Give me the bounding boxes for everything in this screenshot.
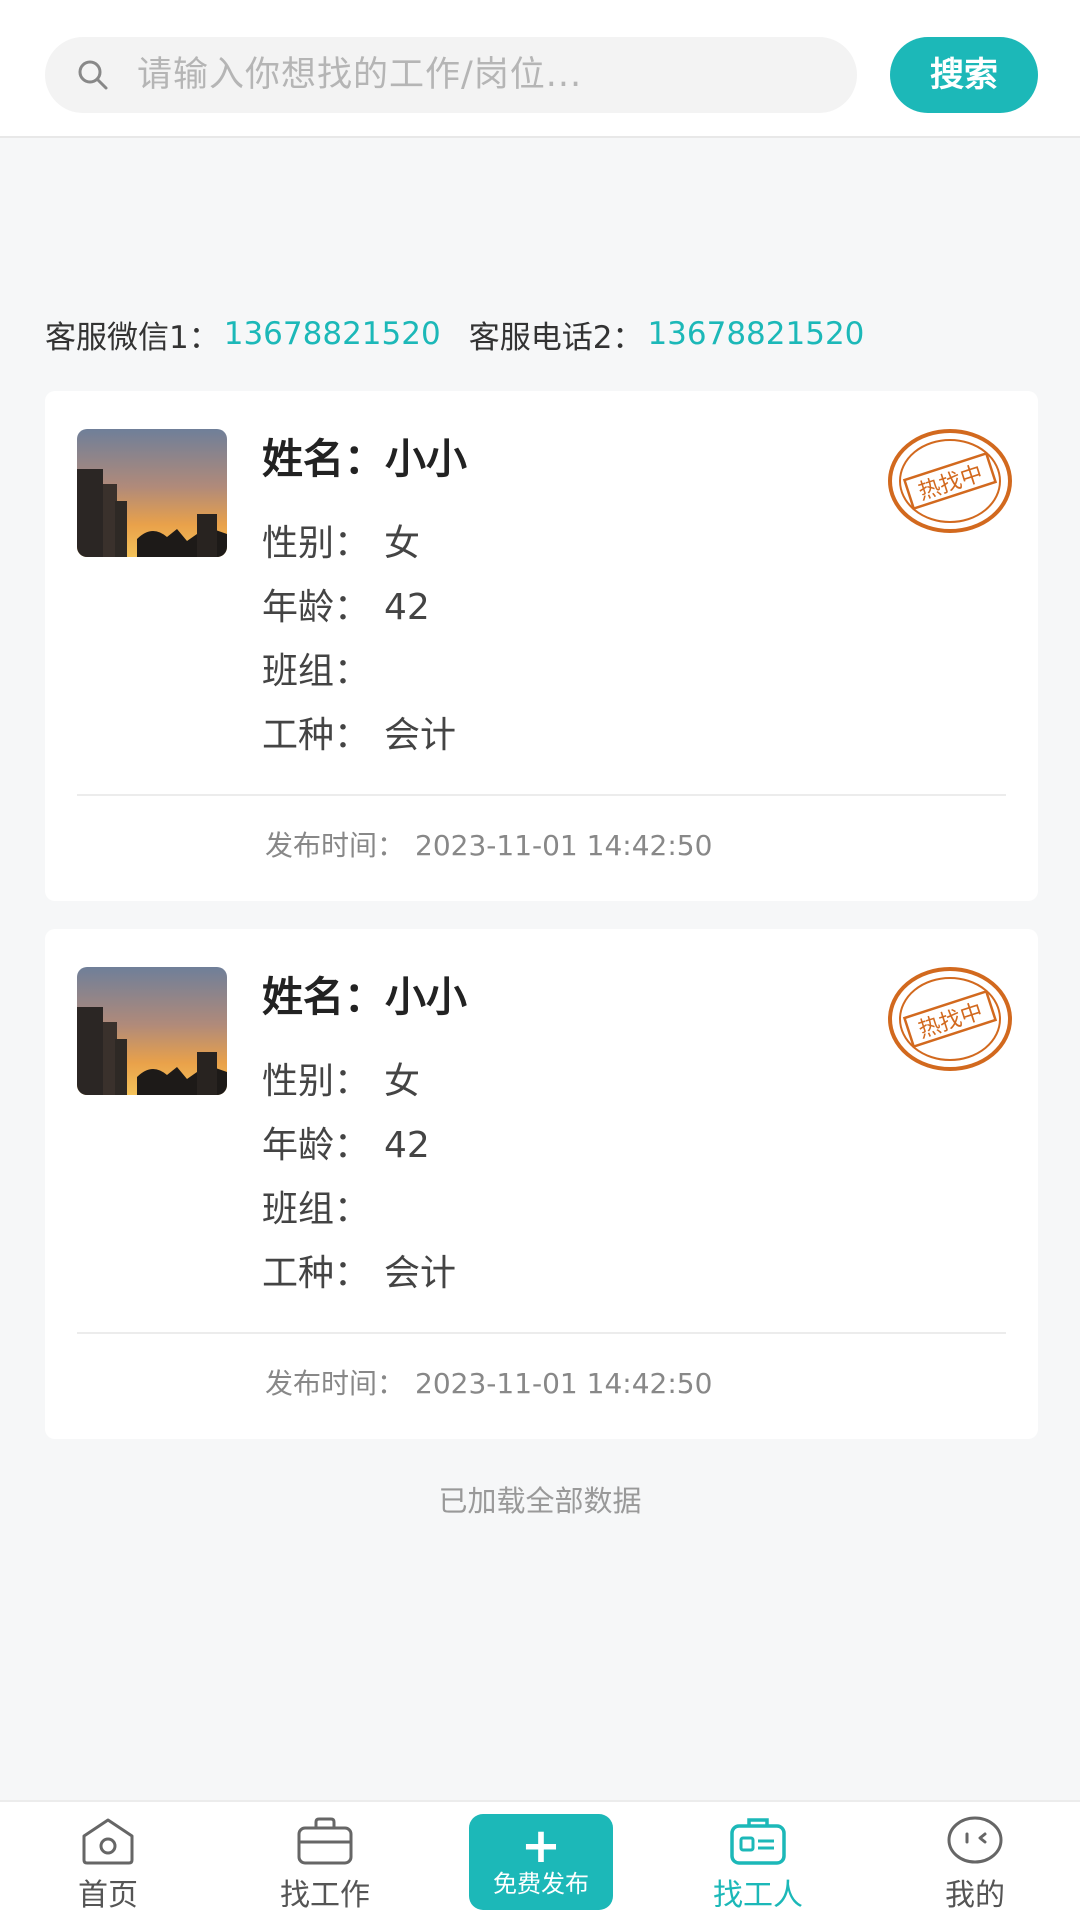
trade-label: 工种： (262, 715, 371, 756)
nav-mine-label: 我的 (945, 1878, 1005, 1913)
search-placeholder: 请输入你想找的工作/岗位... (137, 55, 583, 95)
free-publish-button[interactable]: + 免费发布 (469, 1814, 613, 1910)
age-label: 年龄： (262, 587, 371, 628)
age-row: 年龄： 42 (262, 1121, 430, 1171)
name-value: 小小 (385, 973, 467, 1021)
free-publish-label: 免费发布 (493, 1870, 589, 1898)
home-icon (82, 1818, 134, 1865)
worker-name: 姓名：小小 (262, 967, 467, 1027)
nav-mine[interactable]: 我的 (900, 1814, 1050, 1920)
list-end-text: 已加载全部数据 (438, 1484, 642, 1518)
gender-value: 女 (384, 523, 421, 564)
trade-row: 工种： 会计 (262, 1249, 456, 1299)
nav-home[interactable]: 首页 (33, 1814, 183, 1920)
age-row: 年龄： 42 (262, 583, 430, 633)
trade-row: 工种： 会计 (262, 711, 456, 761)
wechat-label: 客服微信1： (45, 319, 220, 356)
id-card-icon (730, 1818, 786, 1865)
name-label: 姓名： (262, 435, 385, 483)
header-bar: 请输入你想找的工作/岗位... 搜索 (0, 0, 1080, 138)
search-input[interactable]: 请输入你想找的工作/岗位... (45, 37, 857, 113)
team-row: 班组： (262, 1185, 384, 1235)
face-icon (947, 1816, 1003, 1864)
trade-value: 会计 (384, 715, 457, 756)
worker-name: 姓名：小小 (262, 429, 467, 489)
search-icon (78, 60, 108, 90)
team-label: 班组： (262, 651, 371, 692)
nav-home-label: 首页 (78, 1878, 138, 1913)
nav-find-worker[interactable]: 找工人 (683, 1814, 833, 1920)
stamp-text: 热找中 (916, 999, 987, 1043)
card-divider (77, 794, 1006, 796)
team-row: 班组： (262, 647, 384, 697)
avatar (77, 967, 227, 1095)
age-value: 42 (384, 1125, 430, 1166)
publish-time-value: 2023-11-01 14:42:50 (415, 829, 713, 862)
publish-time-value: 2023-11-01 14:42:50 (415, 1367, 713, 1400)
stamp-text: 热找中 (916, 461, 987, 505)
publish-time: 发布时间： 2023-11-01 14:42:50 (265, 821, 712, 871)
trade-value: 会计 (384, 1253, 457, 1294)
name-label: 姓名： (262, 973, 385, 1021)
trade-label: 工种： (262, 1253, 371, 1294)
bottom-nav: 首页 找工作 + 免费发布 找工人 我的 (0, 1800, 1080, 1920)
contact-info: 客服微信1： 13678821520 客服电话2： 13678821520 (45, 310, 892, 358)
plus-icon: + (520, 1818, 562, 1874)
nav-find-job[interactable]: 找工作 (250, 1814, 400, 1920)
age-value: 42 (384, 587, 430, 628)
publish-time-label: 发布时间： (265, 1367, 406, 1400)
worker-card[interactable]: 姓名：小小 性别： 女 年龄： 42 班组： 工种： 会计 热找中 发布时间： 2023… (45, 391, 1038, 901)
phone-label: 客服电话2： (468, 319, 644, 356)
publish-time-label: 发布时间： (265, 829, 406, 862)
phone-number[interactable]: 13678821520 (647, 316, 864, 352)
hot-search-stamp-icon: 热找中 (888, 967, 1012, 1071)
publish-time: 发布时间： 2023-11-01 14:42:50 (265, 1359, 712, 1409)
hot-search-stamp-icon: 热找中 (888, 429, 1012, 533)
briefcase-icon (297, 1817, 353, 1865)
gender-label: 性别： (262, 523, 371, 564)
search-button[interactable]: 搜索 (890, 37, 1038, 113)
nav-find-worker-label: 找工人 (713, 1878, 803, 1913)
card-divider (77, 1332, 1006, 1334)
gender-row: 性别： 女 (262, 1057, 420, 1107)
worker-card[interactable]: 姓名：小小 性别： 女 年龄： 42 班组： 工种： 会计 热找中 发布时间： 2023… (45, 929, 1038, 1439)
team-label: 班组： (262, 1189, 371, 1230)
age-label: 年龄： (262, 1125, 371, 1166)
wechat-number[interactable]: 13678821520 (224, 316, 441, 352)
avatar (77, 429, 227, 557)
gender-value: 女 (384, 1061, 421, 1102)
name-value: 小小 (385, 435, 467, 483)
gender-row: 性别： 女 (262, 519, 420, 569)
gender-label: 性别： (262, 1061, 371, 1102)
nav-find-job-label: 找工作 (280, 1878, 370, 1913)
